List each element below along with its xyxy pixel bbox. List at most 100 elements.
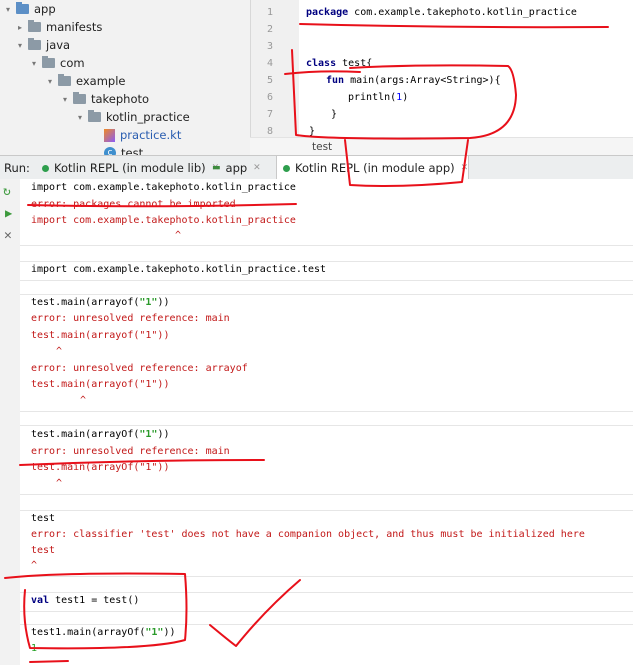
divider xyxy=(20,280,633,281)
tree-item-label: manifests xyxy=(46,20,103,34)
code-line-1: package com.example.takephoto.kotlin_pra… xyxy=(306,7,577,18)
chevron-right-icon[interactable]: ▸ xyxy=(14,23,26,32)
console-line: test.main(arrayOf("1")) xyxy=(31,429,169,440)
error-caret: ^ xyxy=(56,478,63,489)
divider xyxy=(20,576,633,577)
chevron-down-icon[interactable]: ▾ xyxy=(14,41,26,50)
tree-item-label: app xyxy=(34,2,56,16)
chevron-down-icon[interactable]: ▾ xyxy=(74,113,86,122)
divider xyxy=(20,611,633,612)
tree-item-com[interactable]: ▾ com xyxy=(28,54,85,72)
code-text: main(args:Array<String>){ xyxy=(344,75,501,86)
rerun-icon[interactable]: ↻ xyxy=(3,184,11,199)
tree-item-label: java xyxy=(46,38,71,52)
console-line: val test1 = test() xyxy=(31,595,139,606)
console-line: import com.example.takephoto.kotlin_prac… xyxy=(31,182,296,193)
breadcrumb-item[interactable]: test xyxy=(312,141,332,153)
console-line: test.main(arrayof("1")) xyxy=(31,297,169,308)
folder-icon xyxy=(28,38,41,50)
editor-gutter: 1 2 3 4 5 6 7 8 xyxy=(251,0,299,155)
tree-item-takephoto[interactable]: ▾ takephoto xyxy=(59,90,149,108)
line-number: 1 xyxy=(266,7,273,18)
close-icon[interactable]: ✕ xyxy=(253,163,261,173)
tab-kotlin-repl-lib[interactable]: Kotlin REPL (in module lib) ✕ xyxy=(36,156,219,180)
line-number: 8 xyxy=(266,126,273,137)
line-number: 4 xyxy=(266,58,273,69)
console-error-line: error: unresolved reference: main xyxy=(31,446,230,457)
repl-console[interactable]: import com.example.takephoto.kotlin_prac… xyxy=(20,179,633,665)
console-line: import com.example.takephoto.kotlin_prac… xyxy=(31,215,296,226)
code-text: com.example.takephoto.kotlin_practice xyxy=(348,7,577,18)
package-icon xyxy=(73,92,86,104)
divider xyxy=(20,494,633,495)
android-icon: ▬ xyxy=(212,163,221,173)
console-line: test.main(arrayOf("1")) xyxy=(31,462,170,473)
tab-label: app xyxy=(225,161,248,175)
keyword-class: class xyxy=(306,58,337,69)
tree-item-example[interactable]: ▾ example xyxy=(44,72,126,90)
tab-kotlin-repl-app[interactable]: Kotlin REPL (in module app) ✕ xyxy=(276,156,470,180)
project-tree-panel: ▾ app ▸ manifests ▾ java ▾ com ▾ example… xyxy=(0,0,250,155)
line-number: 6 xyxy=(266,92,273,103)
console-error-line: error: unresolved reference: arrayof xyxy=(31,363,248,374)
tree-item-java[interactable]: ▾ java xyxy=(14,36,70,54)
tree-item-label: takephoto xyxy=(91,92,150,106)
tree-item-label: kotlin_practice xyxy=(106,110,190,124)
error-caret: ^ xyxy=(56,346,63,357)
code-line-6: println(1) xyxy=(348,92,408,103)
close-icon[interactable]: ✕ xyxy=(4,228,12,243)
divider xyxy=(20,411,633,412)
string-literal: "1" xyxy=(139,429,158,440)
string-literal: "1" xyxy=(139,297,158,308)
console-error-line: error: classifier 'test' does not have a… xyxy=(31,529,585,540)
chevron-down-icon[interactable]: ▾ xyxy=(44,77,56,86)
code-text: ) xyxy=(402,92,409,103)
close-icon[interactable]: ✕ xyxy=(461,163,469,173)
run-tool-window-header: Run: Kotlin REPL (in module lib) ✕ ▬ app… xyxy=(0,155,633,181)
tree-item-label: test xyxy=(121,146,144,155)
line-number: 7 xyxy=(266,109,273,120)
console-error-line: error: packages cannot be imported xyxy=(31,199,236,210)
tab-app[interactable]: ▬ app ✕ xyxy=(206,156,261,180)
run-icon[interactable]: ▶ xyxy=(5,206,12,220)
console-line: test.main(arrayof("1")) xyxy=(31,379,170,390)
chevron-down-icon[interactable]: ▾ xyxy=(59,95,71,104)
divider xyxy=(20,294,633,295)
code-editor[interactable]: 1 2 3 4 5 6 7 8 package com.example.take… xyxy=(250,0,633,155)
tree-item-kotlin-practice[interactable]: ▾ kotlin_practice xyxy=(74,108,190,126)
tree-item-label: com xyxy=(60,56,85,70)
code-text: test{ xyxy=(336,58,373,69)
kotlin-file-icon xyxy=(104,128,115,142)
repl-icon xyxy=(42,164,49,172)
divider xyxy=(20,510,633,511)
line-number: 3 xyxy=(266,41,273,52)
chevron-down-icon[interactable]: ▾ xyxy=(2,5,14,14)
divider xyxy=(20,624,633,625)
tree-item-practice-kt[interactable]: practice.kt xyxy=(104,126,181,144)
code-line-7: } xyxy=(331,109,338,120)
error-caret: ^ xyxy=(80,395,87,406)
divider xyxy=(20,425,633,426)
package-icon xyxy=(42,56,55,68)
string-literal: "1" xyxy=(145,627,164,638)
code-text: )) xyxy=(157,429,170,440)
keyword-fun: fun xyxy=(326,75,345,86)
console-output-line: 1 xyxy=(31,643,38,654)
tree-item-test[interactable]: c test xyxy=(104,144,143,155)
class-icon: c xyxy=(104,147,116,155)
keyword-package: package xyxy=(306,7,349,18)
code-line-5: fun main(args:Array<String>){ xyxy=(326,75,501,86)
run-side-toolbar: ↻ ▶ ✕ xyxy=(0,179,21,665)
console-line: test xyxy=(31,513,56,524)
console-line: test.main(arrayof("1")) xyxy=(31,330,170,341)
console-line: test1.main(arrayOf("1")) xyxy=(31,627,176,638)
folder-icon xyxy=(28,20,41,32)
tree-item-app[interactable]: ▾ app xyxy=(2,0,56,18)
app-module-icon xyxy=(16,2,29,14)
package-icon xyxy=(88,110,101,122)
chevron-down-icon[interactable]: ▾ xyxy=(28,59,40,68)
breadcrumb[interactable]: test xyxy=(250,137,633,156)
tree-item-manifests[interactable]: ▸ manifests xyxy=(14,18,102,36)
code-text: test1.main(arrayOf( xyxy=(31,627,146,638)
code-text: test1 = test() xyxy=(49,595,140,606)
